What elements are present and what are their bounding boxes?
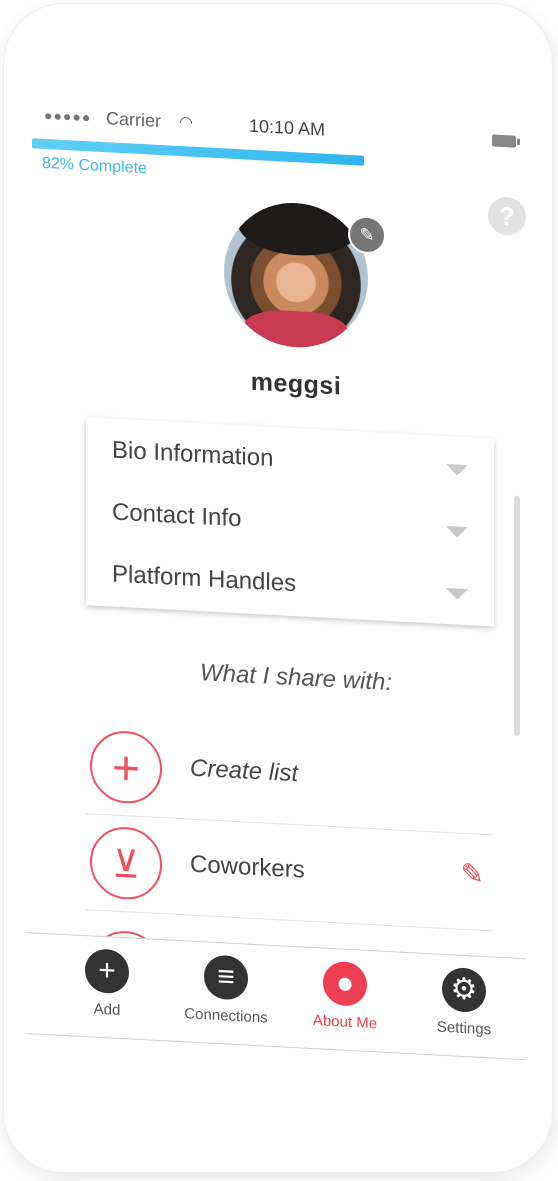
username: meggsi: [250, 367, 342, 401]
tab-label: About Me: [312, 1012, 378, 1033]
tab-add[interactable]: + Add: [52, 946, 162, 1021]
gear-icon: ⚙: [442, 966, 486, 1014]
wifi-icon: ◠: [179, 114, 193, 132]
chevron-down-icon: [446, 464, 468, 477]
help-icon[interactable]: ?: [488, 196, 526, 237]
signal-icon: ●●●●●: [44, 106, 92, 126]
battery-icon: [492, 134, 516, 148]
tab-label: Add: [93, 1000, 121, 1019]
user-icon: ●: [323, 960, 367, 1007]
list-item-coworkers[interactable]: ⊻ Coworkers ✎: [86, 813, 492, 932]
tab-about-me[interactable]: ● About Me: [290, 959, 400, 1034]
section-label: Bio Information: [112, 436, 274, 472]
carrier-label: Carrier: [106, 108, 162, 132]
avatar-top: [244, 308, 348, 351]
chevron-down-icon: [446, 526, 468, 539]
chevron-down-icon: [446, 588, 468, 601]
edit-pencil-icon[interactable]: ✎: [461, 857, 484, 891]
tie-icon: ⊻: [90, 825, 162, 902]
progress-label: 82% Complete: [42, 154, 147, 178]
section-label: Platform Handles: [112, 560, 297, 598]
plus-icon: +: [85, 948, 129, 995]
menu-icon: ≡: [204, 954, 248, 1001]
avatar[interactable]: [224, 199, 368, 351]
tab-label: Connections: [184, 1005, 268, 1027]
clock: 10:10 AM: [249, 115, 326, 140]
coworkers-label: Coworkers: [190, 850, 305, 884]
avatar-hat: [238, 199, 358, 259]
tab-bar: + Add ≡ Connections ● About Me ⚙ Setting…: [26, 932, 526, 1061]
app-screen: ●●●●● Carrier ◠ 10:10 AM 82% Complete ? …: [26, 94, 526, 1120]
tab-label: Settings: [436, 1018, 492, 1039]
section-label: Contact Info: [112, 498, 242, 533]
tab-settings[interactable]: ⚙ Settings: [409, 965, 519, 1040]
plus-icon: +: [90, 729, 162, 806]
profile-sections-panel: Bio Information Contact Info Platform Ha…: [86, 417, 494, 627]
phone-frame: ●●●●● Carrier ◠ 10:10 AM 82% Complete ? …: [4, 4, 552, 1172]
tab-connections[interactable]: ≡ Connections: [171, 953, 281, 1028]
create-list-label: Create list: [190, 754, 299, 788]
share-heading: What I share with:: [199, 659, 393, 697]
